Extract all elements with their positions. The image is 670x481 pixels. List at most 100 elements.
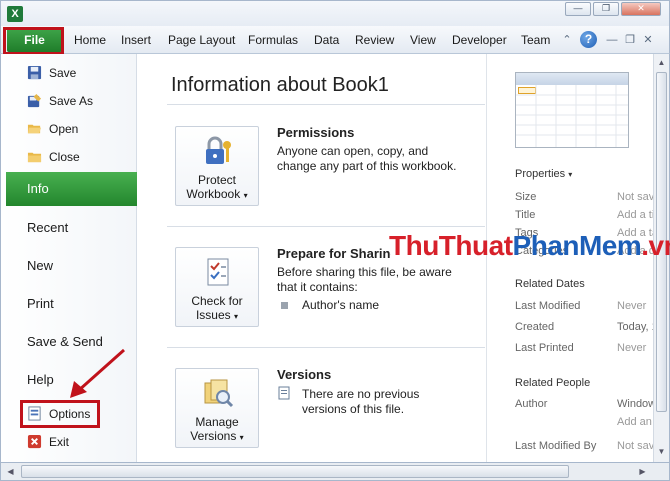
nav-recent[interactable]: Recent [27, 220, 68, 235]
thumbnail-ribbon [516, 73, 628, 85]
dropdown-arrow-icon: ▾ [568, 170, 573, 179]
save-command[interactable]: Save [49, 66, 76, 80]
horizontal-scroll-thumb[interactable] [21, 465, 569, 478]
versions-text: There are no previous versions of this f… [302, 387, 420, 416]
help-icon[interactable]: ? [580, 31, 597, 48]
watermark-part-3: .vn [641, 230, 670, 261]
check-issues-label-1: Check for [191, 294, 243, 308]
properties-heading-text: Properties [515, 168, 566, 180]
watermark-part-2: PhanMem [512, 230, 642, 261]
close-folder-icon [27, 152, 42, 163]
tab-formulas[interactable]: Formulas [248, 33, 298, 47]
window-minimize-icon[interactable]: — [605, 33, 619, 47]
protect-workbook-label-1: Protect [197, 173, 236, 187]
date-last-modified-label: Last Modified [515, 300, 581, 312]
window-restore-icon[interactable]: ❐ [623, 33, 637, 47]
prepare-sharing-title: Prepare for Sharing [277, 246, 391, 261]
pointer-arrow [70, 348, 125, 398]
scroll-left-arrow-icon[interactable]: ◀ [3, 464, 18, 479]
nav-print[interactable]: Print [27, 296, 54, 311]
scroll-right-arrow-icon[interactable]: ▶ [635, 464, 650, 479]
save-icon [27, 65, 42, 80]
tab-data[interactable]: Data [314, 33, 339, 47]
permissions-text: Anyone can open, copy, and change any pa… [277, 144, 457, 173]
manage-versions-label-2-text: Versions [190, 429, 237, 443]
dropdown-arrow-icon: ▾ [243, 191, 248, 200]
prop-size-label: Size [515, 191, 537, 203]
save-as-command[interactable]: Save As [49, 94, 93, 108]
excel-app-icon[interactable]: X [7, 6, 23, 22]
nav-new[interactable]: New [27, 258, 53, 273]
divider [167, 104, 485, 105]
window-close-icon[interactable]: ✕ [641, 33, 655, 47]
related-people-heading: Related People [515, 377, 591, 389]
divider [167, 226, 485, 227]
title-bar: X — ❐ ✕ [0, 0, 670, 26]
author-value[interactable]: Windows [617, 398, 653, 410]
watermark-part-1: ThuThuat [389, 230, 513, 261]
date-last-printed-label: Last Printed [515, 342, 574, 354]
restore-button[interactable]: ❐ [593, 2, 619, 16]
bullet-author-name: Author's name [302, 298, 379, 312]
nav-info-selected[interactable]: Info [6, 172, 149, 206]
minimize-button[interactable]: — [565, 2, 591, 16]
horizontal-scrollbar[interactable]: ◀ ▶ [0, 462, 670, 481]
manage-versions-label-2: Versions ▾ [176, 429, 258, 445]
dropdown-arrow-icon: ▾ [239, 433, 244, 442]
tab-review[interactable]: Review [355, 33, 394, 47]
add-author-link[interactable]: Add an author [617, 416, 653, 428]
check-issues-label-2-text: Issues [195, 308, 231, 322]
thumbnail-grid [516, 85, 628, 147]
exit-icon [27, 434, 42, 449]
open-folder-icon [27, 124, 42, 134]
scroll-down-arrow-icon[interactable]: ▼ [654, 444, 669, 459]
prop-title-value[interactable]: Add a title [617, 209, 653, 221]
author-label: Author [515, 398, 548, 410]
file-tab-highlight [3, 27, 64, 55]
checklist-icon [207, 258, 229, 286]
divider [167, 347, 485, 348]
close-command[interactable]: Close [49, 150, 80, 164]
date-last-modified-value: Never [617, 300, 647, 312]
prop-size-value: Not saved [617, 191, 653, 203]
properties-dropdown[interactable]: Properties ▾ [515, 168, 572, 180]
save-as-icon [27, 93, 42, 108]
dropdown-arrow-icon: ▾ [234, 312, 239, 321]
versions-title: Versions [277, 367, 332, 382]
protect-workbook-label-2: Workbook ▾ [176, 187, 258, 203]
tab-developer[interactable]: Developer [452, 33, 507, 47]
bullet-square-icon [281, 302, 288, 309]
date-created-label: Created [515, 321, 555, 333]
workbook-thumbnail [515, 72, 629, 148]
prop-title-label: Title [515, 209, 536, 221]
open-command[interactable]: Open [49, 122, 78, 136]
permissions-title: Permissions [277, 125, 355, 140]
lock-key-icon [206, 136, 231, 164]
watermark-logo: ThuThuatPhanMem.vn [389, 230, 670, 262]
protect-workbook-button[interactable]: Protect Workbook ▾ [175, 126, 259, 206]
check-for-issues-button[interactable]: Check for Issues ▾ [175, 247, 259, 327]
manage-versions-button[interactable]: Manage Versions ▾ [175, 368, 259, 448]
prepare-sharing-text: Before sharing this file, be aware that … [277, 265, 452, 294]
date-last-printed-value: Never [617, 342, 647, 354]
tab-home[interactable]: Home [74, 33, 106, 47]
last-modified-by-label: Last Modified By [515, 440, 597, 452]
related-dates-heading: Related Dates [515, 278, 585, 290]
nav-help[interactable]: Help [27, 372, 54, 387]
tab-page-layout[interactable]: Page Layout [168, 33, 235, 47]
tab-view[interactable]: View [410, 33, 436, 47]
exit-command[interactable]: Exit [49, 435, 69, 449]
last-modified-by-value: Not saved yet [617, 440, 653, 452]
close-button[interactable]: ✕ [621, 2, 661, 16]
page-title: Information about Book1 [171, 74, 389, 96]
scroll-up-arrow-icon[interactable]: ▲ [654, 55, 669, 70]
document-icon [278, 386, 290, 400]
protect-workbook-label-2-text: Workbook [186, 187, 241, 201]
check-issues-label-2: Issues ▾ [176, 308, 258, 324]
versions-icon [204, 379, 234, 408]
manage-versions-label-1: Manage [195, 415, 239, 429]
tab-insert[interactable]: Insert [121, 33, 151, 47]
ribbon-collapse-icon[interactable]: ⌃ [560, 33, 574, 47]
tab-team[interactable]: Team [521, 33, 550, 47]
date-created-value: Today, 10:00 [617, 321, 653, 333]
